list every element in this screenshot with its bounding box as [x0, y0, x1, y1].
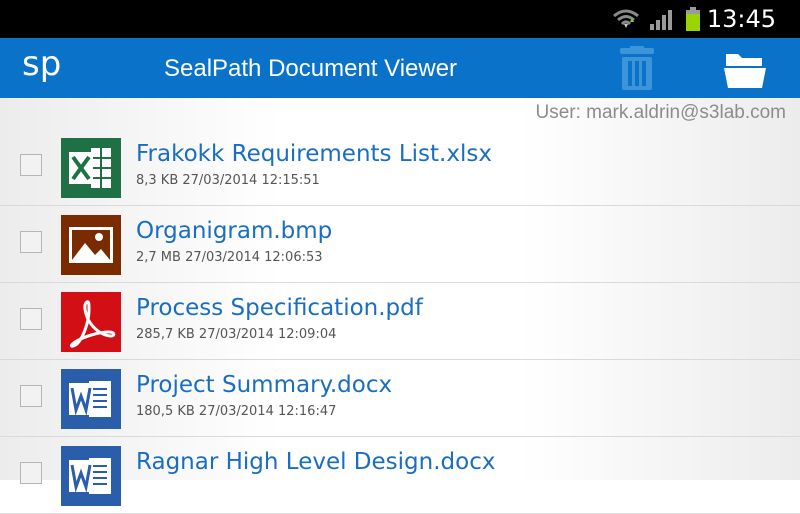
app-logo: sp — [22, 44, 62, 84]
file-meta: 2,7 MB 27/03/2014 12:06:53 — [136, 250, 323, 265]
signal-icon — [650, 10, 672, 30]
image-icon — [61, 215, 121, 275]
pdf-icon — [61, 292, 121, 352]
excel-icon — [61, 138, 121, 198]
file-checkbox[interactable] — [20, 308, 42, 330]
word-icon — [61, 446, 121, 506]
app-title: SealPath Document Viewer — [164, 55, 458, 82]
app-bar: sp SealPath Document Viewer — [0, 38, 800, 98]
file-meta: 180,5 KB 27/03/2014 12:16:47 — [136, 404, 337, 419]
file-row[interactable]: Project Summary.docx 180,5 KB 27/03/2014… — [0, 359, 800, 437]
file-meta: 285,7 KB 27/03/2014 12:09:04 — [136, 327, 337, 342]
file-name[interactable]: Ragnar High Level Design.docx — [136, 449, 495, 475]
file-row[interactable]: Process Specification.pdf 285,7 KB 27/03… — [0, 282, 800, 360]
trash-icon[interactable] — [614, 46, 660, 92]
file-checkbox[interactable] — [20, 462, 42, 484]
file-row[interactable]: Organigram.bmp 2,7 MB 27/03/2014 12:06:5… — [0, 205, 800, 283]
battery-icon — [686, 7, 700, 31]
file-row[interactable]: Ragnar High Level Design.docx — [0, 436, 800, 514]
file-list-panel: User: mark.aldrin@s3lab.com Frakokk Requ… — [0, 98, 800, 514]
wifi-icon — [613, 9, 639, 28]
file-name[interactable]: Process Specification.pdf — [136, 295, 423, 321]
file-checkbox[interactable] — [20, 385, 42, 407]
file-meta: 8,3 KB 27/03/2014 12:15:51 — [136, 173, 320, 188]
file-row[interactable]: Frakokk Requirements List.xlsx 8,3 KB 27… — [0, 128, 800, 206]
file-name[interactable]: Organigram.bmp — [136, 218, 332, 244]
user-label: User: mark.aldrin@s3lab.com — [535, 102, 786, 123]
file-checkbox[interactable] — [20, 231, 42, 253]
file-checkbox[interactable] — [20, 154, 42, 176]
word-icon — [61, 369, 121, 429]
file-name[interactable]: Frakokk Requirements List.xlsx — [136, 141, 492, 167]
status-bar: 13:45 — [0, 0, 800, 38]
open-folder-icon[interactable] — [722, 48, 768, 90]
file-name[interactable]: Project Summary.docx — [136, 372, 392, 398]
status-time: 13:45 — [706, 5, 776, 33]
